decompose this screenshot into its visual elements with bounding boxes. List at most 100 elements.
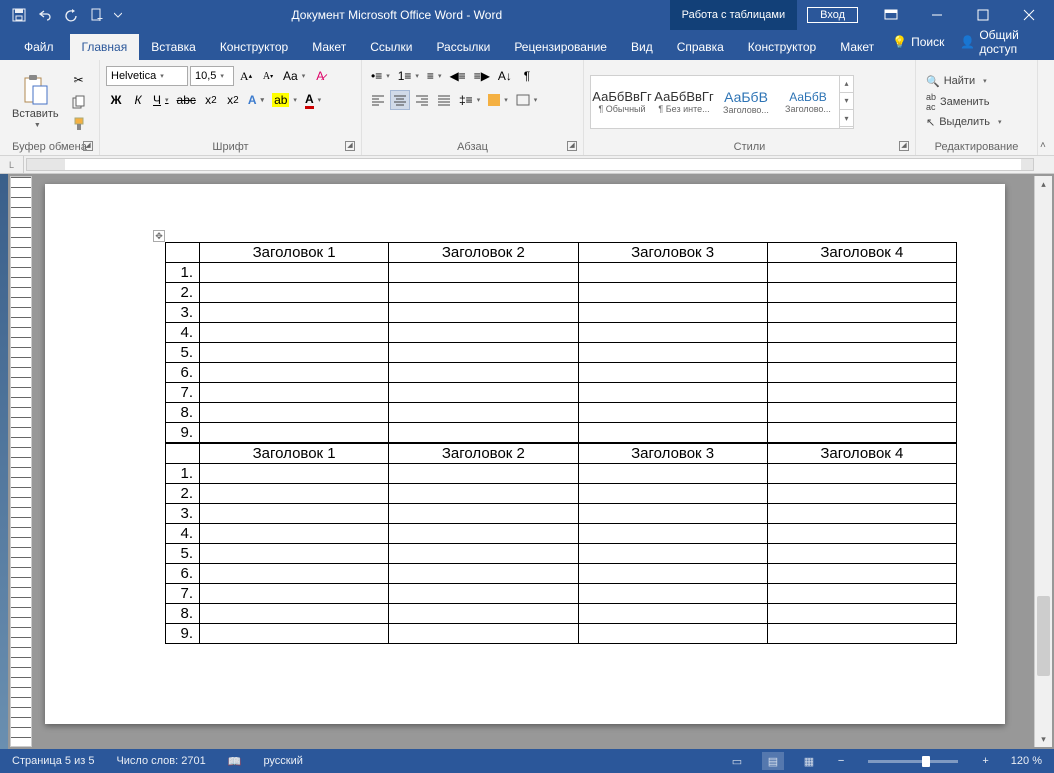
table-cell[interactable]: [767, 283, 956, 303]
align-right-icon[interactable]: [412, 90, 432, 110]
font-dialog-launcher[interactable]: ◢: [345, 141, 355, 151]
table-header[interactable]: Заголовок 1: [200, 444, 389, 464]
style-heading1[interactable]: АаБбВЗаголово...: [715, 76, 777, 128]
tab-references[interactable]: Ссылки: [358, 34, 424, 60]
table-cell[interactable]: [200, 263, 389, 283]
table-cell[interactable]: [389, 564, 578, 584]
grow-font-icon[interactable]: A▴: [236, 66, 256, 86]
table-row-number[interactable]: 2.: [166, 283, 200, 303]
table-cell[interactable]: [200, 624, 389, 644]
increase-indent-icon[interactable]: ≡▶: [471, 66, 493, 86]
read-mode-icon[interactable]: ▭: [726, 752, 748, 770]
document-scroll-area[interactable]: ✥ Заголовок 1Заголовок 2Заголовок 3Загол…: [34, 174, 1034, 749]
table-header[interactable]: Заголовок 2: [389, 243, 578, 263]
table-cell[interactable]: [389, 303, 578, 323]
style-heading2[interactable]: АаБбВЗаголово...: [777, 76, 839, 128]
tab-help[interactable]: Справка: [665, 34, 736, 60]
table-row-number[interactable]: 6.: [166, 564, 200, 584]
table-cell[interactable]: [200, 604, 389, 624]
qat-customize-icon[interactable]: [112, 4, 124, 26]
align-left-icon[interactable]: [368, 90, 388, 110]
table-cell[interactable]: [200, 524, 389, 544]
table-move-handle-icon[interactable]: ✥: [153, 230, 165, 242]
table-cell[interactable]: [389, 263, 578, 283]
styles-gallery[interactable]: АаБбВвГг¶ Обычный АаБбВвГг¶ Без инте... …: [590, 75, 854, 129]
text-effects-icon[interactable]: A▾: [245, 90, 267, 110]
table-cell[interactable]: [200, 504, 389, 524]
table-row-number[interactable]: 2.: [166, 484, 200, 504]
bold-button[interactable]: Ж: [106, 90, 126, 110]
tab-file[interactable]: Файл: [8, 34, 70, 60]
clipboard-dialog-launcher[interactable]: ◢: [83, 141, 93, 151]
table-cell[interactable]: [767, 363, 956, 383]
underline-button[interactable]: Ч▾: [150, 90, 172, 110]
table-row-number[interactable]: 3.: [166, 303, 200, 323]
highlight-icon[interactable]: ab▾: [269, 90, 300, 110]
collapse-ribbon-icon[interactable]: ˄: [1038, 136, 1054, 155]
table-header[interactable]: Заголовок 4: [767, 444, 956, 464]
save-icon[interactable]: [8, 4, 30, 26]
table-cell[interactable]: [578, 263, 767, 283]
paragraph-dialog-launcher[interactable]: ◢: [567, 141, 577, 151]
table-cell[interactable]: [578, 504, 767, 524]
show-marks-icon[interactable]: ¶: [517, 66, 537, 86]
table-cell[interactable]: [578, 283, 767, 303]
table-cell[interactable]: [200, 423, 389, 443]
sign-in-button[interactable]: Вход: [807, 7, 858, 23]
table-cell[interactable]: [767, 383, 956, 403]
table-cell[interactable]: [767, 584, 956, 604]
table-row-number[interactable]: 4.: [166, 323, 200, 343]
table-row-number[interactable]: 7.: [166, 383, 200, 403]
table-cell[interactable]: [200, 484, 389, 504]
table-row-number[interactable]: 6.: [166, 363, 200, 383]
tab-review[interactable]: Рецензирование: [502, 34, 619, 60]
table-cell[interactable]: [389, 323, 578, 343]
table-header[interactable]: Заголовок 3: [578, 444, 767, 464]
table-cell[interactable]: [767, 343, 956, 363]
table-cell[interactable]: [578, 604, 767, 624]
zoom-in-button[interactable]: +: [978, 753, 992, 769]
horizontal-ruler[interactable]: [26, 158, 1034, 171]
table-cell[interactable]: [767, 604, 956, 624]
table-cell[interactable]: [578, 423, 767, 443]
clear-formatting-icon[interactable]: A̷: [310, 66, 330, 86]
table-cell[interactable]: [578, 564, 767, 584]
justify-icon[interactable]: [434, 90, 454, 110]
tab-table-design[interactable]: Конструктор: [736, 34, 828, 60]
table-cell[interactable]: [578, 484, 767, 504]
table-row-number[interactable]: 9.: [166, 624, 200, 644]
table-cell[interactable]: [767, 464, 956, 484]
table-cell[interactable]: [200, 303, 389, 323]
table-cell[interactable]: [578, 464, 767, 484]
table-row-number[interactable]: 1.: [166, 263, 200, 283]
style-normal[interactable]: АаБбВвГг¶ Обычный: [591, 76, 653, 128]
scroll-down-icon[interactable]: ▾: [1035, 731, 1052, 747]
web-layout-icon[interactable]: ▦: [798, 752, 820, 770]
table-cell[interactable]: [389, 624, 578, 644]
font-name-combo[interactable]: Helvetica▾: [106, 66, 188, 86]
table-cell[interactable]: [200, 283, 389, 303]
table-cell[interactable]: [578, 403, 767, 423]
document-table-2[interactable]: Заголовок 1Заголовок 2Заголовок 3Заголов…: [165, 443, 957, 644]
borders-icon[interactable]: ▾: [513, 90, 541, 110]
new-doc-icon[interactable]: [86, 4, 108, 26]
table-cell[interactable]: [389, 604, 578, 624]
table-cell[interactable]: [389, 484, 578, 504]
zoom-out-button[interactable]: −: [834, 753, 848, 769]
table-cell[interactable]: [389, 524, 578, 544]
scroll-up-icon[interactable]: ▴: [1035, 176, 1052, 192]
table-cell[interactable]: [578, 383, 767, 403]
change-case-icon[interactable]: Aa▾: [280, 66, 308, 86]
font-size-combo[interactable]: 10,5▾: [190, 66, 234, 86]
tell-me-search[interactable]: 💡 Поиск: [886, 31, 950, 53]
table-cell[interactable]: [200, 383, 389, 403]
styles-dialog-launcher[interactable]: ◢: [899, 141, 909, 151]
redo-icon[interactable]: [60, 4, 82, 26]
superscript-icon[interactable]: x2: [223, 90, 243, 110]
table-cell[interactable]: [389, 343, 578, 363]
table-cell[interactable]: [389, 283, 578, 303]
table-cell[interactable]: [200, 363, 389, 383]
table-cell[interactable]: [200, 584, 389, 604]
table-cell[interactable]: [767, 323, 956, 343]
table-cell[interactable]: [578, 303, 767, 323]
